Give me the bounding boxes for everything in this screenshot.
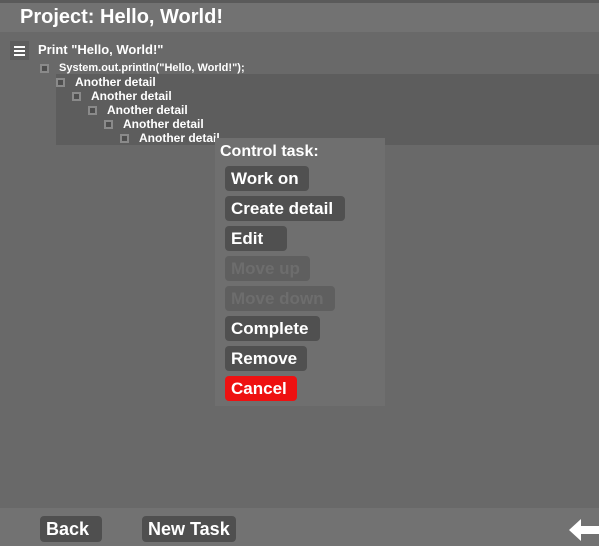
bullet-icon (88, 106, 97, 115)
control-task-menu: Control task: Work on Create detail Edit… (215, 138, 385, 406)
menu-title: Control task: (220, 143, 319, 160)
detail-label: System.out.println("Hello, World!"); (59, 62, 245, 74)
hamburger-menu-icon[interactable] (10, 41, 29, 60)
cancel-button[interactable]: Cancel (225, 376, 297, 401)
detail-label: Another detail (123, 117, 204, 131)
bullet-icon (56, 78, 65, 87)
task-title[interactable]: Print "Hello, World!" (38, 42, 163, 58)
detail-label: Another detail (91, 89, 172, 103)
complete-button[interactable]: Complete (225, 316, 320, 341)
bullet-icon (104, 120, 113, 129)
bullet-icon (40, 64, 49, 73)
edit-button[interactable]: Edit (225, 226, 287, 251)
move-down-button[interactable]: Move down (225, 286, 335, 311)
new-task-button[interactable]: New Task (142, 516, 236, 542)
project-header: Project: Hello, World! (0, 3, 599, 32)
remove-button[interactable]: Remove (225, 346, 307, 371)
back-button[interactable]: Back (40, 516, 102, 542)
footer-bar: Back New Task (0, 508, 599, 546)
bullet-icon (72, 92, 81, 101)
move-up-button[interactable]: Move up (225, 256, 310, 281)
create-detail-button[interactable]: Create detail (225, 196, 345, 221)
detail-label: Another detail (75, 75, 156, 89)
detail-label: Another detail (107, 103, 188, 117)
work-on-button[interactable]: Work on (225, 166, 309, 191)
detail-label: Another detail (139, 131, 220, 145)
bullet-icon (120, 134, 129, 143)
project-title: Project: Hello, World! (20, 6, 223, 28)
arrow-left-icon[interactable] (569, 518, 599, 542)
